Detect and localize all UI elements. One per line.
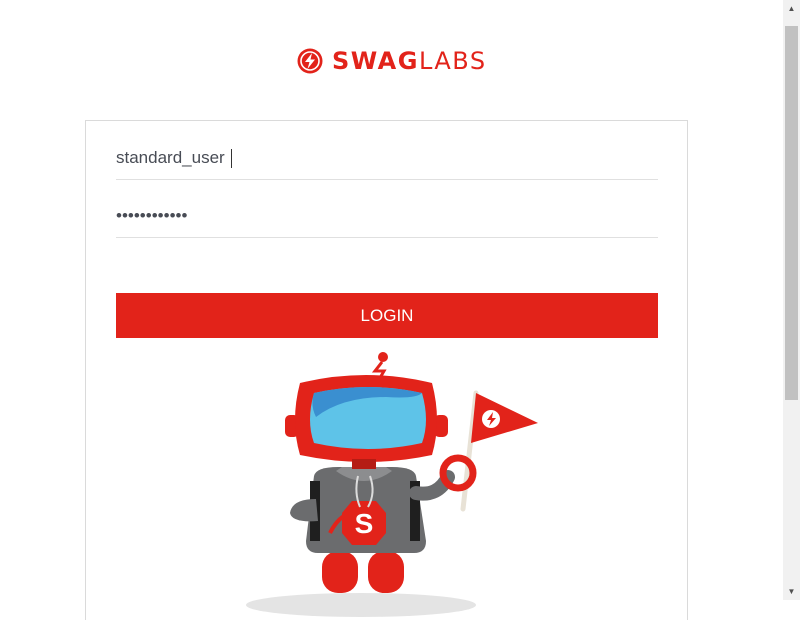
svg-text:S: S [355, 508, 374, 539]
username-input[interactable] [116, 137, 658, 179]
brand-name-bold: SWAG [332, 47, 419, 75]
swag-labs-logo: SWAGLABS [296, 44, 487, 78]
username-field[interactable] [116, 137, 658, 180]
scrollbar-thumb[interactable] [785, 26, 798, 400]
swag-labs-bolt-logo-icon [297, 48, 323, 74]
password-input[interactable] [116, 195, 658, 237]
password-field[interactable] [116, 195, 658, 238]
chevron-down-icon[interactable]: ▼ [783, 583, 800, 600]
chevron-up-icon[interactable]: ▲ [783, 0, 800, 17]
robot-mascot-illustration: S [246, 352, 538, 617]
vertical-scrollbar[interactable]: ▲ ▼ [783, 0, 800, 600]
login-button[interactable]: LOGIN [116, 293, 658, 338]
login-form: LOGIN S [85, 120, 688, 620]
brand-name-light: LABS [418, 47, 487, 75]
brand-name: SWAGLABS [332, 49, 487, 73]
